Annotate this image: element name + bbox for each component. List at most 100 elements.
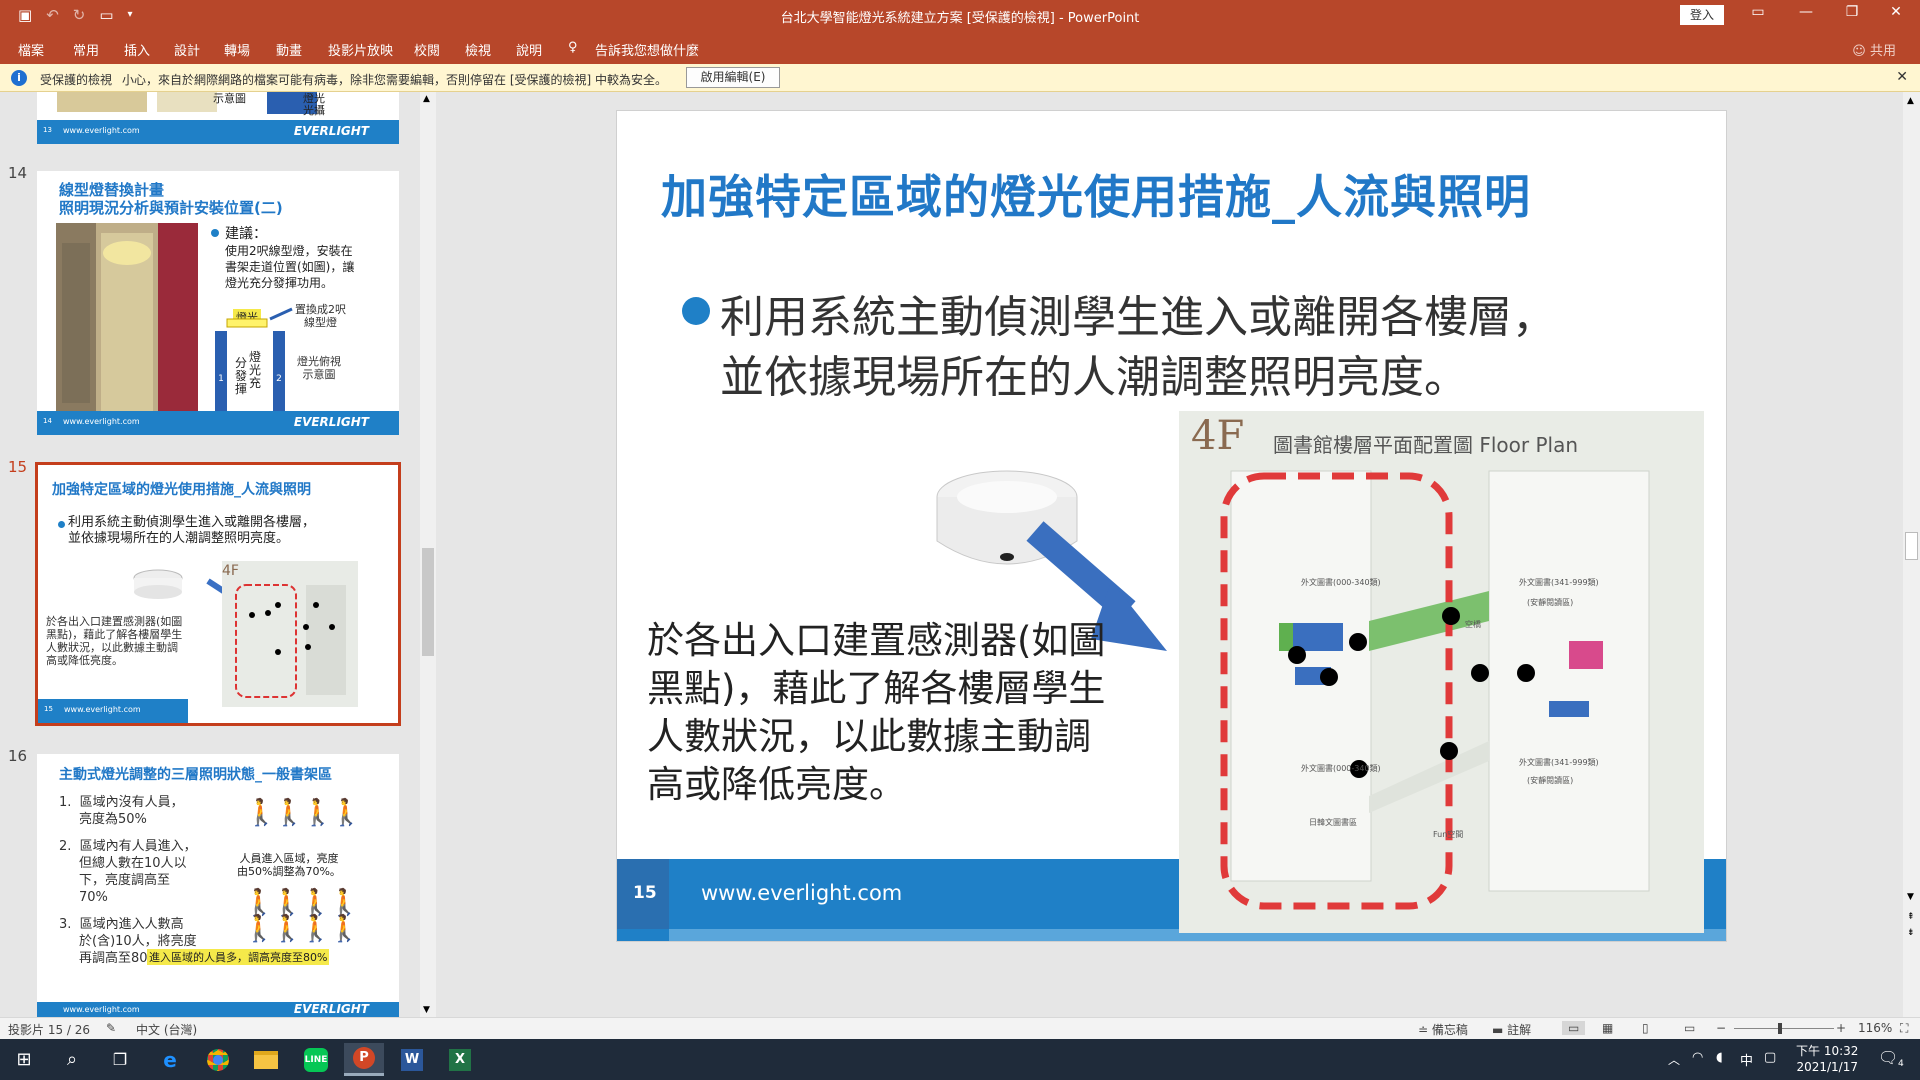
restore-button[interactable]: ❐ [1832,4,1872,20]
protected-view-title: 受保護的檢視 [40,73,113,87]
tab-help[interactable]: 說明 [516,40,542,59]
thumb15-desc: 於各出入口建置感測器(如圖 黑點)，藉此了解各樓層學生 人數狀況，以此數據主動調… [46,615,183,667]
ribbon-display-options-icon[interactable]: ▭ [1738,4,1778,20]
thumb16-item-1: 1. 區域內沒有人員， 亮度為50% [59,795,184,827]
slide-sorter-icon[interactable]: ▦ [1602,1021,1613,1035]
plan-label-left-bottom: 日韓文圖書區 [1309,818,1357,827]
lightbulb-icon[interactable]: ♀ [568,40,578,55]
thumb16-caption: 人員進入區域，亮度 由50%調整為70%。 [237,852,341,878]
plan-label-fun: Fun空間 [1433,830,1464,839]
thumbnail-slide-15-selected[interactable]: 加強特定區域的燈光使用措施_人流與照明 利用系統主動偵測學生進入或離開各樓層， … [35,462,401,726]
zoom-in-icon[interactable]: + [1836,1021,1846,1035]
network-icon[interactable]: ◠ [1692,1050,1703,1065]
thumb16-footer: www.everlight.com EVERLIGHT [37,1002,399,1017]
signin-button[interactable]: 登入 [1680,5,1724,25]
zoom-slider[interactable] [1734,1028,1834,1029]
share-button[interactable]: ☺ 共用 [1852,40,1896,59]
thumb15-footer: 15 www.everlight.com [38,699,188,723]
zoom-slider-thumb[interactable] [1778,1023,1782,1034]
tab-insert[interactable]: 插入 [124,40,150,59]
tab-slideshow[interactable]: 投影片放映 [328,40,393,59]
notification-center-icon[interactable]: 🗨 [1878,1048,1898,1067]
excel-app-icon[interactable]: X [440,1043,480,1076]
normal-view-icon[interactable]: ▭ [1562,1021,1586,1035]
tab-review[interactable]: 校閱 [414,40,440,59]
tell-me-search[interactable]: 告訴我您想做什麼 [595,40,699,59]
close-button[interactable]: ✕ [1876,4,1916,20]
chrome-browser-icon[interactable] [198,1043,238,1076]
reading-view-icon[interactable]: ▯ [1642,1021,1649,1035]
ribbon-tabs: 檔案 常用 插入 設計 轉場 動畫 投影片放映 校閱 檢視 說明 ♀ 告訴我您想… [0,31,1920,64]
svg-text:2: 2 [276,374,282,384]
slide-canvas[interactable]: 加強特定區域的燈光使用措施_人流與照明 利用系統主動偵測學生進入或離開各樓層， … [616,110,1727,942]
plan-label-right-mid: 外文圖書(341-999類) [1519,758,1599,767]
thumb14-footer: 14 www.everlight.com EVERLIGHT [37,411,399,435]
tab-view[interactable]: 檢視 [465,40,491,59]
thumb16-title: 主動式燈光調整的三層照明狀態_一般書架區 [59,767,332,783]
slideshow-view-icon[interactable]: ▭ [1684,1021,1695,1035]
tab-file[interactable]: 檔案 [18,40,44,59]
file-explorer-icon[interactable] [246,1043,286,1076]
thumb-number-16: 16 [8,747,28,765]
language-indicator[interactable]: 中文 (台灣) [136,1021,197,1038]
protected-view-bar: i 受保護的檢視 小心，來自於網際網路的檔案可能有病毒，除非您需要編輯，否則停留… [0,64,1920,92]
fit-to-window-icon[interactable]: ⛶ [1900,1021,1908,1036]
scroll-down-icon[interactable]: ▼ [1907,892,1914,902]
slide-counter: 投影片 15 / 26 [8,1023,91,1037]
tab-animations[interactable]: 動畫 [276,40,302,59]
line-app-icon[interactable]: LINE [296,1043,336,1076]
protected-view-message: 小心，來自於網際網路的檔案可能有病毒，除非您需要編輯，否則停留在 [受保護的檢視… [122,73,667,87]
thumb14-label-spread: 分 發 揮 [235,356,248,396]
tab-design[interactable]: 設計 [174,40,200,59]
enable-editing-button[interactable]: 啟用編輯(E) [686,67,780,88]
volume-icon[interactable]: ◖ [1716,1050,1723,1065]
plan-label-left-mid: 外文圖書(000-340類) [1301,764,1381,773]
plan-label-right-top: 外文圖書(341-999類) [1519,578,1599,587]
search-icon[interactable]: ⌕ [52,1043,92,1076]
person-icon: ☺ [1852,44,1870,59]
edge-browser-icon[interactable]: e [150,1043,190,1076]
thumb13-fragment-3: 光攝 [303,104,325,117]
slide-footer-url: www.everlight.com [701,881,903,905]
thumbnail-slide-14[interactable]: 線型燈替換計畫 照明現況分析與預計安裝位置(二) 建議： 使用2呎線型燈，安裝在… [37,171,399,435]
thumb13-fragment-1: 示意圖 [213,92,246,105]
input-mode-icon[interactable]: ▢ [1764,1050,1776,1065]
thumb15-floor-label: 4F [222,563,239,579]
slide-number: 15 [633,883,657,903]
ime-indicator[interactable]: 中 [1740,1050,1753,1069]
powerpoint-app-icon[interactable]: P [344,1043,384,1076]
thumb15-graphics [133,561,358,707]
thumbnail-scroll-thumb[interactable] [422,548,434,656]
spellcheck-icon[interactable]: ✎ [106,1021,116,1035]
windows-start-icon[interactable]: ⊞ [4,1043,44,1076]
thumb14-label-replace: 置換成2呎 線型燈 [295,303,346,329]
close-icon[interactable]: ✕ [1896,69,1908,85]
system-clock[interactable]: 下午 10:32 2021/1/17 [1796,1043,1858,1075]
next-slide-icon[interactable]: ⇟ [1907,928,1915,938]
thumb16-item-2: 2. 區域內有人員進入， 但總人數在10人以 下，亮度調高至 70% [59,839,197,905]
zoom-level[interactable]: 116% [1858,1021,1892,1035]
scroll-up-icon[interactable]: ▲ [1907,96,1914,106]
scroll-up-icon[interactable]: ▲ [423,94,430,104]
thumb16-highlight: 進入區域的人員多，調高亮度至80% [147,949,330,965]
thumbnail-slide-16[interactable]: 主動式燈光調整的三層照明狀態_一般書架區 1. 區域內沒有人員， 亮度為50% … [37,754,399,1017]
floor-label: 4F [1191,413,1245,459]
title-bar: ▣ ↶ ↻ ▭ ▾ 台北大學智能燈光系統建立方案 [受保護的檢視] - Powe… [0,0,1920,31]
slide-scroll-thumb[interactable] [1905,532,1918,560]
word-app-icon[interactable]: W [392,1043,432,1076]
scroll-down-icon[interactable]: ▼ [423,1005,430,1015]
task-view-icon[interactable]: ❐ [100,1043,140,1076]
previous-slide-icon[interactable]: ⇞ [1907,912,1915,922]
minimize-button[interactable]: — [1786,4,1826,20]
comments-button[interactable]: ▬ 註解 [1492,1021,1531,1038]
notes-button[interactable]: ≐ 備忘稿 [1418,1021,1468,1038]
slide-thumbnail-pane[interactable]: 示意圖 燈光 光攝 13 www.everlight.com EVERLIGHT… [0,92,420,1017]
tab-transitions[interactable]: 轉場 [224,40,250,59]
slide-scrollbar[interactable]: ▲ ▼ ⇞ ⇟ [1903,92,1920,1017]
thumbnail-slide-13[interactable]: 示意圖 燈光 光攝 13 www.everlight.com EVERLIGHT [37,92,399,144]
info-shield-icon: i [11,70,27,86]
show-hidden-icons-icon[interactable]: ︿ [1668,1051,1680,1068]
zoom-out-icon[interactable]: − [1716,1021,1726,1035]
thumb14-label-spread-2: 燈 光 充 [249,350,262,390]
tab-home[interactable]: 常用 [73,40,99,59]
